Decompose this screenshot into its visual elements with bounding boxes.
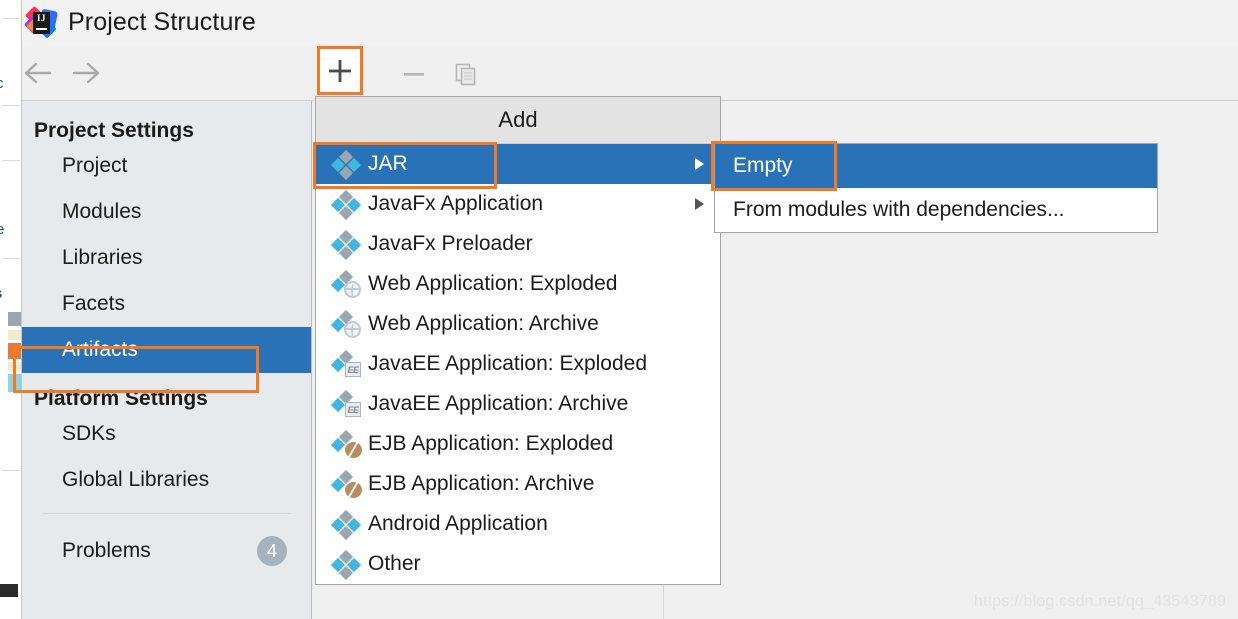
- add-artifact-button[interactable]: [317, 46, 363, 95]
- arrow-right-icon: [72, 62, 100, 84]
- sidebar-item-global-libraries[interactable]: Global Libraries: [22, 457, 311, 503]
- artifact-ejb-icon: [330, 469, 362, 498]
- submenu-item-label: From modules with dependencies...: [733, 198, 1065, 221]
- menu-item-label: EJB Application: Archive: [368, 472, 595, 495]
- arrow-left-icon: [24, 62, 52, 84]
- menu-item-label: JavaFx Application: [368, 192, 544, 215]
- artifact-other-icon: [330, 549, 362, 581]
- ee-badge-icon: EE: [345, 402, 361, 417]
- sidebar-item-artifacts[interactable]: Artifacts: [22, 327, 311, 373]
- menu-item-web-application-exploded[interactable]: Web Application: Exploded: [316, 264, 720, 304]
- sidebar-item-libraries[interactable]: Libraries: [22, 235, 311, 281]
- window-title-bar: IJ Project Structure: [22, 0, 1238, 45]
- jar-submenu: Empty From modules with dependencies...: [714, 143, 1158, 233]
- sidebar-item-label: Artifacts: [62, 338, 138, 361]
- window-title: Project Structure: [68, 8, 256, 36]
- globe-icon: [344, 321, 361, 338]
- problems-count-badge: 4: [257, 536, 287, 566]
- project-structure-window: c e s t IJ Project Structure: [0, 0, 1238, 619]
- sidebar-item-modules[interactable]: Modules: [22, 189, 311, 235]
- settings-sidebar: Project Settings Project Modules Librari…: [22, 101, 312, 619]
- submenu-item-from-modules-with-dependencies[interactable]: From modules with dependencies...: [715, 188, 1157, 232]
- artifact-javaee-icon: EE: [330, 349, 362, 377]
- menu-item-label: JavaFx Preloader: [368, 232, 533, 255]
- ee-badge-icon: EE: [345, 362, 361, 377]
- menu-item-android-application[interactable]: Android Application: [316, 504, 720, 544]
- sidebar-item-label: Project: [62, 154, 128, 177]
- menu-item-ejb-application-exploded[interactable]: EJB Application: Exploded: [316, 424, 720, 464]
- menu-item-label: Web Application: Exploded: [368, 272, 618, 295]
- coffee-bean-icon: [345, 482, 362, 498]
- sidebar-item-label: Problems: [62, 539, 151, 562]
- menu-item-label: JAR: [368, 152, 408, 175]
- sidebar-item-facets[interactable]: Facets: [22, 281, 311, 327]
- menu-item-label: Other: [368, 552, 421, 575]
- sidebar-item-project[interactable]: Project: [22, 143, 311, 189]
- copy-icon: [455, 63, 476, 86]
- artifact-web-icon: [330, 269, 362, 298]
- sidebar-item-label: Libraries: [62, 246, 143, 269]
- submenu-chevron-right-icon: [695, 198, 704, 210]
- artifact-javaee-icon: EE: [330, 389, 362, 417]
- submenu-chevron-right-icon: [695, 158, 704, 170]
- sidebar-divider: [42, 513, 291, 514]
- intellij-idea-logo-icon: IJ: [23, 5, 59, 39]
- sidebar-item-label: Facets: [62, 292, 126, 315]
- menu-item-other[interactable]: Other: [316, 544, 720, 584]
- menu-item-javaee-application-archive[interactable]: EE JavaEE Application: Archive: [316, 384, 720, 424]
- menu-item-javafx-application[interactable]: JavaFx Application: [316, 184, 720, 224]
- sidebar-item-label: SDKs: [62, 422, 116, 445]
- submenu-item-label: Empty: [733, 154, 793, 177]
- sidebar-item-label: Global Libraries: [62, 468, 210, 491]
- minus-icon: [404, 73, 424, 76]
- menu-item-label: JavaEE Application: Archive: [368, 392, 629, 415]
- artifact-jar-icon: [330, 149, 362, 181]
- copy-artifact-button[interactable]: [444, 53, 488, 95]
- background-editor-strip: c e s t: [0, 0, 22, 619]
- artifact-android-icon: [330, 509, 362, 541]
- forward-button[interactable]: [72, 59, 102, 87]
- menu-item-javafx-preloader[interactable]: JavaFx Preloader: [316, 224, 720, 264]
- toolbar: [22, 45, 1238, 141]
- sidebar-item-sdks[interactable]: SDKs: [22, 411, 311, 457]
- menu-item-label: Android Application: [368, 512, 548, 535]
- artifact-web-icon: [330, 309, 362, 338]
- coffee-bean-icon: [345, 442, 362, 458]
- menu-item-label: JavaEE Application: Exploded: [368, 352, 648, 375]
- menu-item-label: Web Application: Archive: [368, 312, 599, 335]
- menu-item-jar[interactable]: JAR: [316, 144, 720, 184]
- artifact-javafx-icon: [330, 189, 362, 221]
- sidebar-item-problems[interactable]: Problems 4: [22, 528, 311, 574]
- submenu-item-empty[interactable]: Empty: [715, 144, 1157, 188]
- back-button[interactable]: [22, 59, 52, 87]
- sidebar-item-label: Modules: [62, 200, 142, 223]
- add-menu-header: Add: [316, 97, 720, 144]
- plus-icon: [329, 59, 351, 82]
- menu-item-javaee-application-exploded[interactable]: EE JavaEE Application: Exploded: [316, 344, 720, 384]
- remove-artifact-button[interactable]: [392, 53, 436, 95]
- sidebar-group-platform-settings: Platform Settings: [34, 387, 208, 410]
- sidebar-group-project-settings: Project Settings: [34, 119, 194, 142]
- globe-icon: [344, 281, 361, 298]
- menu-item-label: EJB Application: Exploded: [368, 432, 614, 455]
- menu-item-ejb-application-archive[interactable]: EJB Application: Archive: [316, 464, 720, 504]
- menu-item-web-application-archive[interactable]: Web Application: Archive: [316, 304, 720, 344]
- artifact-javafx-icon: [330, 229, 362, 261]
- watermark: https://blog.csdn.net/qq_43543789: [973, 593, 1226, 610]
- add-artifact-menu: Add JAR JavaFx Application JavaFx Preloa…: [315, 96, 721, 585]
- artifact-ejb-icon: [330, 429, 362, 458]
